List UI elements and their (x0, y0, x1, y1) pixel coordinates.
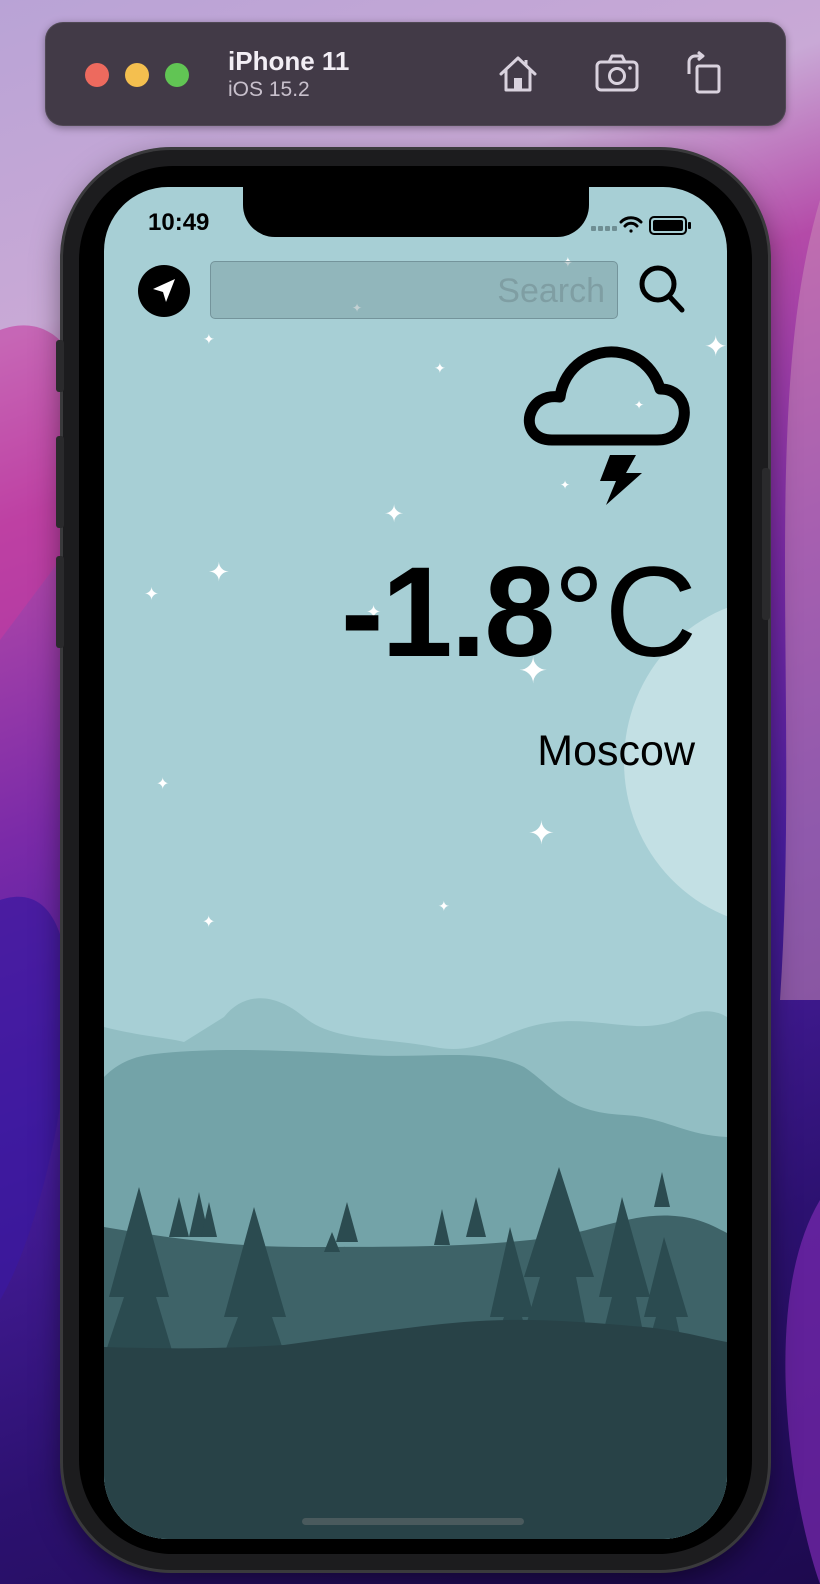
battery-icon (649, 216, 691, 235)
rotate-icon[interactable] (683, 50, 729, 96)
os-version: iOS 15.2 (228, 78, 310, 101)
device-name: iPhone 11 (228, 46, 350, 76)
wifi-icon (619, 216, 643, 233)
star: ✦ (202, 914, 216, 931)
star: ✦ (144, 584, 160, 604)
mountain-forest-landscape (104, 998, 727, 1539)
location-arrow-icon (153, 279, 175, 302)
home-icon[interactable] (495, 50, 541, 96)
cloud-bolt-icon (523, 346, 690, 505)
star: ✦ (156, 776, 170, 793)
city-name: Moscow (537, 727, 695, 775)
status-icons (591, 216, 691, 235)
temperature-display: -1.8°C (341, 549, 697, 677)
temperature-value: -1.8 (340, 541, 556, 684)
star: ✦ (434, 360, 446, 376)
star: ✦ (208, 557, 230, 587)
status-time: 10:49 (148, 209, 210, 236)
star: ✦ (203, 331, 215, 347)
screenshot-icon[interactable] (594, 50, 640, 96)
search-input[interactable]: Search (210, 261, 618, 319)
star: ✦ (704, 331, 727, 362)
star: ✦ (528, 815, 555, 851)
volume-up-button (56, 436, 64, 528)
notch (243, 187, 589, 237)
star: ✦ (438, 898, 450, 914)
current-location-button[interactable] (138, 265, 190, 317)
mute-switch (56, 340, 64, 392)
phone-screen: ✦ ✦ ✦ ✦ ✦ ✦ ✦ ✦ ✦ ✦ ✦ ✦ ✦ ✦ ✦ ✦ 10:49 Se… (104, 187, 727, 1539)
close-window-button[interactable] (85, 63, 109, 87)
volume-down-button (56, 556, 64, 648)
simulator-toolbar: iPhone 11 iOS 15.2 (45, 22, 786, 126)
power-button (762, 468, 770, 620)
cellular-icon (591, 226, 617, 231)
minimize-window-button[interactable] (125, 63, 149, 87)
home-indicator[interactable] (302, 1518, 524, 1525)
zoom-window-button[interactable] (165, 63, 189, 87)
temperature-unit: °C (553, 541, 697, 684)
search-icon[interactable] (636, 262, 688, 318)
star: ✦ (384, 501, 405, 528)
